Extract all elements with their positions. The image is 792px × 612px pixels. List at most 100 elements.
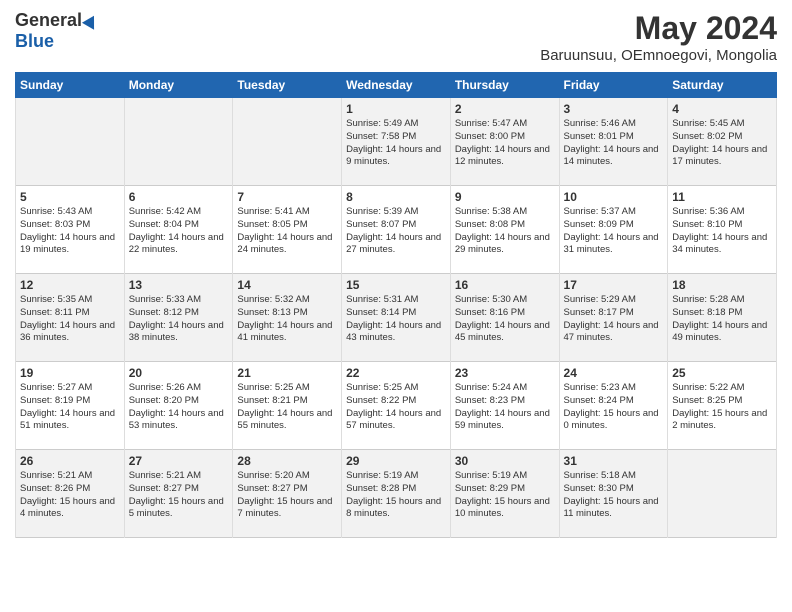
calendar-cell: 17 Sunrise: 5:29 AM Sunset: 8:17 PM Dayli… — [559, 274, 668, 362]
day-info: Sunrise: 5:29 AM Sunset: 8:17 PM Dayligh… — [564, 294, 664, 345]
calendar-table: SundayMondayTuesdayWednesdayThursdayFrid… — [15, 72, 777, 538]
day-info: Sunrise: 5:18 AM Sunset: 8:30 PM Dayligh… — [564, 470, 664, 521]
day-of-week-header: Thursday — [450, 73, 559, 98]
calendar-cell: 24 Sunrise: 5:23 AM Sunset: 8:24 PM Dayli… — [559, 362, 668, 450]
calendar-cell: 21 Sunrise: 5:25 AM Sunset: 8:21 PM Dayli… — [233, 362, 342, 450]
day-info: Sunrise: 5:46 AM Sunset: 8:01 PM Dayligh… — [564, 118, 664, 169]
day-number: 27 — [129, 454, 229, 468]
calendar-cell: 28 Sunrise: 5:20 AM Sunset: 8:27 PM Dayli… — [233, 450, 342, 538]
day-number: 20 — [129, 366, 229, 380]
logo-icon — [82, 12, 100, 29]
day-info: Sunrise: 5:35 AM Sunset: 8:11 PM Dayligh… — [20, 294, 120, 345]
calendar-cell: 31 Sunrise: 5:18 AM Sunset: 8:30 PM Dayli… — [559, 450, 668, 538]
day-of-week-header: Sunday — [16, 73, 125, 98]
day-number: 28 — [237, 454, 337, 468]
day-number: 13 — [129, 278, 229, 292]
day-number: 30 — [455, 454, 555, 468]
day-info: Sunrise: 5:25 AM Sunset: 8:21 PM Dayligh… — [237, 382, 337, 433]
calendar-cell: 3 Sunrise: 5:46 AM Sunset: 8:01 PM Daylig… — [559, 98, 668, 186]
day-number: 14 — [237, 278, 337, 292]
day-info: Sunrise: 5:43 AM Sunset: 8:03 PM Dayligh… — [20, 206, 120, 257]
day-info: Sunrise: 5:26 AM Sunset: 8:20 PM Dayligh… — [129, 382, 229, 433]
calendar-cell: 10Sunrise: 5:37 AM Sunset: 8:09 PM Dayli… — [559, 186, 668, 274]
day-info: Sunrise: 5:36 AM Sunset: 8:10 PM Dayligh… — [672, 206, 772, 257]
day-info: Sunrise: 5:31 AM Sunset: 8:14 PM Dayligh… — [346, 294, 446, 345]
day-number: 19 — [20, 366, 120, 380]
calendar-cell — [668, 450, 777, 538]
day-info: Sunrise: 5:19 AM Sunset: 8:28 PM Dayligh… — [346, 470, 446, 521]
calendar-cell: 4 Sunrise: 5:45 AM Sunset: 8:02 PM Daylig… — [668, 98, 777, 186]
day-info: Sunrise: 5:23 AM Sunset: 8:24 PM Dayligh… — [564, 382, 664, 433]
day-number: 26 — [20, 454, 120, 468]
day-info: Sunrise: 5:32 AM Sunset: 8:13 PM Dayligh… — [237, 294, 337, 345]
calendar-cell: 14 Sunrise: 5:32 AM Sunset: 8:13 PM Dayli… — [233, 274, 342, 362]
day-number: 21 — [237, 366, 337, 380]
title-area: May 2024 Baruunsuu, OEmnoegovi, Mongolia — [540, 10, 777, 64]
calendar-cell — [16, 98, 125, 186]
calendar-cell: 8Sunrise: 5:39 AM Sunset: 8:07 PM Daylig… — [342, 186, 451, 274]
day-info: Sunrise: 5:19 AM Sunset: 8:29 PM Dayligh… — [455, 470, 555, 521]
day-number: 2 — [455, 102, 555, 116]
day-info: Sunrise: 5:41 AM Sunset: 8:05 PM Dayligh… — [237, 206, 337, 257]
calendar-cell: 1Sunrise: 5:49 AM Sunset: 7:58 PM Daylig… — [342, 98, 451, 186]
day-info: Sunrise: 5:45 AM Sunset: 8:02 PM Dayligh… — [672, 118, 772, 169]
calendar-cell: 30 Sunrise: 5:19 AM Sunset: 8:29 PM Dayli… — [450, 450, 559, 538]
day-number: 8 — [346, 190, 446, 204]
calendar-cell: 13 Sunrise: 5:33 AM Sunset: 8:12 PM Dayli… — [124, 274, 233, 362]
day-number: 31 — [564, 454, 664, 468]
calendar-week-row: 19Sunrise: 5:27 AM Sunset: 8:19 PM Dayli… — [16, 362, 777, 450]
logo-blue-text: Blue — [15, 31, 54, 52]
day-info: Sunrise: 5:21 AM Sunset: 8:27 PM Dayligh… — [129, 470, 229, 521]
calendar-cell: 7 Sunrise: 5:41 AM Sunset: 8:05 PM Daylig… — [233, 186, 342, 274]
day-info: Sunrise: 5:49 AM Sunset: 7:58 PM Dayligh… — [346, 118, 446, 169]
calendar-cell: 25 Sunrise: 5:22 AM Sunset: 8:25 PM Dayli… — [668, 362, 777, 450]
calendar-cell: 9Sunrise: 5:38 AM Sunset: 8:08 PM Daylig… — [450, 186, 559, 274]
calendar-cell: 23 Sunrise: 5:24 AM Sunset: 8:23 PM Dayli… — [450, 362, 559, 450]
day-number: 3 — [564, 102, 664, 116]
calendar-cell — [233, 98, 342, 186]
day-number: 6 — [129, 190, 229, 204]
calendar-cell: 26 Sunrise: 5:21 AM Sunset: 8:26 PM Dayli… — [16, 450, 125, 538]
logo-general-text: General — [15, 10, 82, 31]
day-number: 25 — [672, 366, 772, 380]
calendar-cell: 16 Sunrise: 5:30 AM Sunset: 8:16 PM Dayli… — [450, 274, 559, 362]
location-title: Baruunsuu, OEmnoegovi, Mongolia — [540, 47, 777, 64]
day-number: 12 — [20, 278, 120, 292]
day-info: Sunrise: 5:33 AM Sunset: 8:12 PM Dayligh… — [129, 294, 229, 345]
calendar-cell: 29 Sunrise: 5:19 AM Sunset: 8:28 PM Dayli… — [342, 450, 451, 538]
day-number: 7 — [237, 190, 337, 204]
day-info: Sunrise: 5:22 AM Sunset: 8:25 PM Dayligh… — [672, 382, 772, 433]
calendar-cell — [124, 98, 233, 186]
day-number: 15 — [346, 278, 446, 292]
day-info: Sunrise: 5:20 AM Sunset: 8:27 PM Dayligh… — [237, 470, 337, 521]
calendar-cell: 11 Sunrise: 5:36 AM Sunset: 8:10 PM Dayli… — [668, 186, 777, 274]
day-number: 18 — [672, 278, 772, 292]
day-number: 23 — [455, 366, 555, 380]
calendar-week-row: 1Sunrise: 5:49 AM Sunset: 7:58 PM Daylig… — [16, 98, 777, 186]
day-of-week-header: Wednesday — [342, 73, 451, 98]
day-info: Sunrise: 5:30 AM Sunset: 8:16 PM Dayligh… — [455, 294, 555, 345]
header-row: SundayMondayTuesdayWednesdayThursdayFrid… — [16, 73, 777, 98]
day-number: 5 — [20, 190, 120, 204]
day-number: 22 — [346, 366, 446, 380]
day-info: Sunrise: 5:21 AM Sunset: 8:26 PM Dayligh… — [20, 470, 120, 521]
day-number: 24 — [564, 366, 664, 380]
day-number: 17 — [564, 278, 664, 292]
calendar-cell: 22 Sunrise: 5:25 AM Sunset: 8:22 PM Dayli… — [342, 362, 451, 450]
logo: General Blue — [15, 10, 98, 52]
day-info: Sunrise: 5:47 AM Sunset: 8:00 PM Dayligh… — [455, 118, 555, 169]
calendar-cell: 6 Sunrise: 5:42 AM Sunset: 8:04 PM Daylig… — [124, 186, 233, 274]
day-info: Sunrise: 5:42 AM Sunset: 8:04 PM Dayligh… — [129, 206, 229, 257]
day-number: 4 — [672, 102, 772, 116]
day-number: 29 — [346, 454, 446, 468]
day-number: 11 — [672, 190, 772, 204]
day-of-week-header: Monday — [124, 73, 233, 98]
day-info: Sunrise: 5:24 AM Sunset: 8:23 PM Dayligh… — [455, 382, 555, 433]
calendar-week-row: 5 Sunrise: 5:43 AM Sunset: 8:03 PM Daylig… — [16, 186, 777, 274]
day-of-week-header: Friday — [559, 73, 668, 98]
calendar-cell: 12 Sunrise: 5:35 AM Sunset: 8:11 PM Dayli… — [16, 274, 125, 362]
day-info: Sunrise: 5:25 AM Sunset: 8:22 PM Dayligh… — [346, 382, 446, 433]
calendar-cell: 19Sunrise: 5:27 AM Sunset: 8:19 PM Dayli… — [16, 362, 125, 450]
day-number: 16 — [455, 278, 555, 292]
day-info: Sunrise: 5:37 AM Sunset: 8:09 PM Dayligh… — [564, 206, 664, 257]
